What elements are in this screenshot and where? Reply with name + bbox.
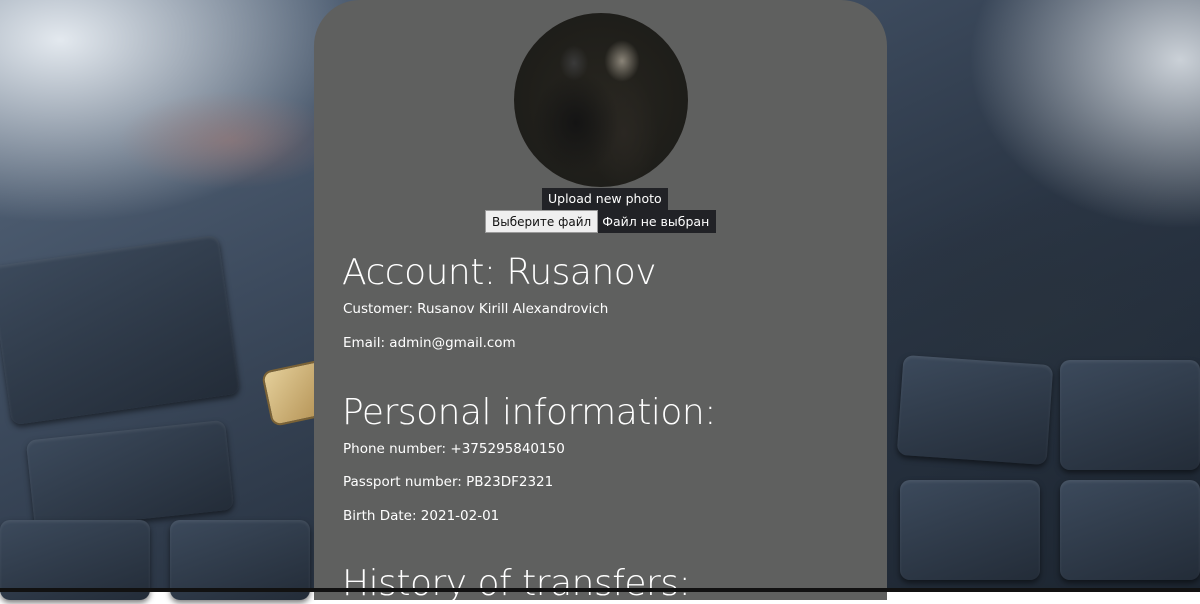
background-key bbox=[900, 480, 1040, 580]
account-heading: Account: Rusanov bbox=[342, 252, 657, 293]
background-key bbox=[896, 354, 1054, 466]
birth-date: Birth Date: 2021-02-01 bbox=[343, 508, 500, 524]
phone-number: Phone number: +375295840150 bbox=[343, 441, 565, 457]
email-text: Email: admin@gmail.com bbox=[343, 335, 516, 351]
file-input[interactable]: Выберите файл Файл не выбран bbox=[485, 210, 716, 233]
customer-name: Customer: Rusanov Kirill Alexandrovich bbox=[343, 301, 609, 317]
bottom-border bbox=[0, 588, 1200, 592]
background-key bbox=[0, 234, 241, 426]
personal-info-heading: Personal information: bbox=[342, 392, 716, 433]
upload-photo-button[interactable]: Upload new photo bbox=[542, 188, 668, 210]
transfers-heading: History of transfers: bbox=[342, 563, 691, 604]
file-status-text: Файл не выбран bbox=[602, 214, 710, 229]
passport-number: Passport number: PB23DF2321 bbox=[343, 474, 554, 490]
background-key bbox=[1060, 360, 1200, 470]
choose-file-button[interactable]: Выберите файл bbox=[485, 210, 599, 233]
avatar bbox=[514, 13, 688, 187]
background-key bbox=[1060, 480, 1200, 580]
